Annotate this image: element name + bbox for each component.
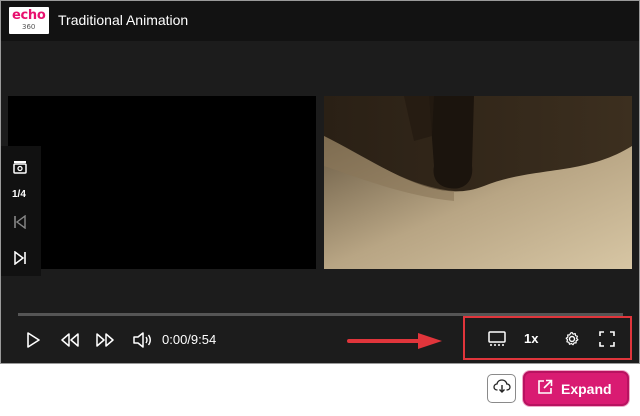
fast-forward-icon[interactable] [94, 331, 116, 349]
fullscreen-icon[interactable] [597, 330, 617, 348]
echo360-logo: echo 360 [9, 7, 49, 34]
time-display: 0:00/9:54 [162, 332, 217, 347]
media-player: echo 360 Traditional Animation 1/4 0:00/… [0, 0, 640, 364]
rewind-icon[interactable] [59, 331, 81, 349]
external-link-icon [537, 379, 553, 398]
settings-icon[interactable] [562, 330, 582, 348]
next-slide-icon[interactable] [12, 250, 28, 266]
slides-panel[interactable] [8, 96, 316, 269]
slide-counter: 1/4 [12, 189, 26, 200]
logo-subtext: 360 [22, 23, 36, 31]
video-panel[interactable] [324, 96, 632, 269]
video-frame [324, 96, 632, 269]
logo-text: echo [12, 8, 46, 23]
play-icon[interactable] [24, 331, 42, 349]
expand-label: Expand [561, 380, 612, 397]
previous-slide-icon[interactable] [12, 214, 28, 230]
cloud-download-icon [492, 378, 511, 399]
slides-icon[interactable] [12, 159, 28, 175]
captions-icon[interactable] [487, 330, 507, 348]
download-button[interactable] [487, 374, 516, 403]
expand-button[interactable]: Expand [523, 371, 629, 406]
playback-speed[interactable]: 1x [524, 331, 538, 346]
slide-controls: 1/4 [1, 146, 41, 276]
volume-icon[interactable] [131, 331, 153, 349]
annotation-arrow [347, 333, 442, 349]
video-title: Traditional Animation [58, 12, 189, 28]
title-bar: echo 360 Traditional Animation [1, 1, 639, 41]
